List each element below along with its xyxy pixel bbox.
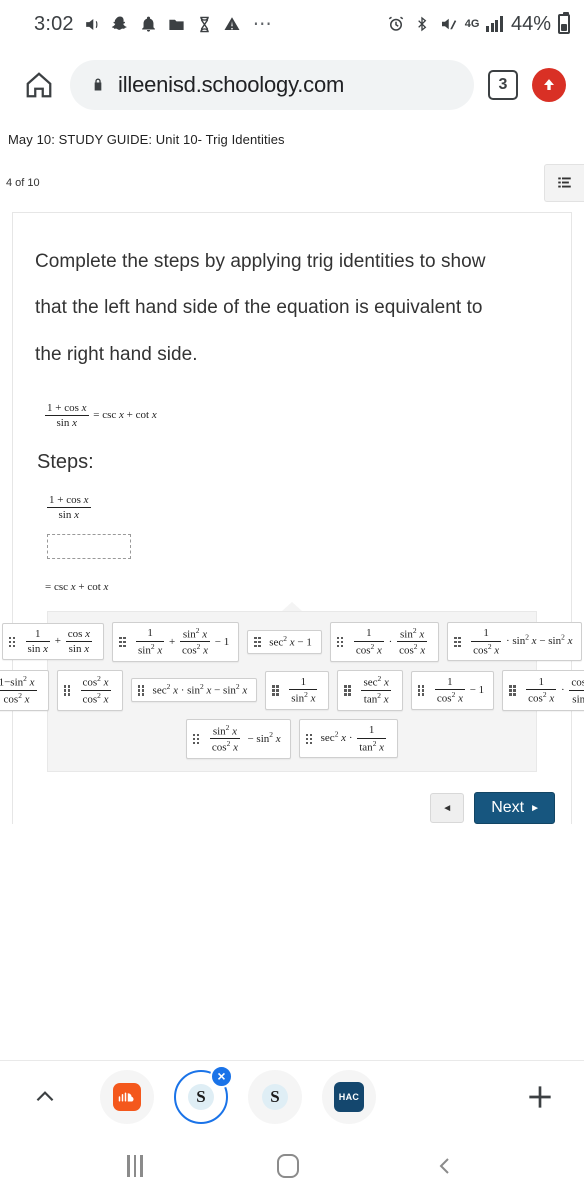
- alarm-icon: [387, 15, 406, 34]
- next-caret-icon: ►: [530, 802, 540, 814]
- warning-icon: [223, 15, 242, 34]
- drag-handle-icon[interactable]: [137, 685, 146, 696]
- drag-handle-icon[interactable]: [272, 685, 280, 696]
- main-equation: 1 + cos x sin x = csc x + cot x: [45, 402, 157, 430]
- answer-bank: 1 sin x + cos x sin x 1 sin2 x + sin2 x cos2…: [0, 610, 584, 773]
- browser-toolbar: illeenisd.schoology.com 3: [0, 48, 584, 122]
- answer-tile[interactable]: 1 cos2 x − 1: [410, 670, 495, 710]
- answer-bank-pointer: [282, 601, 302, 611]
- step-1-expression: 1 + cos x sin x: [47, 494, 91, 522]
- page-indicator-row: 4 of 10: [0, 150, 584, 212]
- status-bar-right: 4G 44%: [387, 12, 570, 36]
- navigation-row: ◄ Next ►: [35, 792, 555, 825]
- question-line-2: that the left hand side of the equation …: [35, 297, 483, 319]
- answer-tile[interactable]: sec2 x · sin2 x − sin2 x: [130, 678, 258, 703]
- chevron-up-icon[interactable]: [28, 1084, 62, 1110]
- answer-tile[interactable]: 1 cos2 x · sin2 x − sin2 x: [447, 622, 583, 662]
- close-icon[interactable]: ×: [210, 1064, 233, 1088]
- answer-bank-row: 1−sin2 x cos2 x cos2 x cos2 x sec2 x · sin…: [0, 670, 584, 711]
- drag-handle-icon[interactable]: [305, 733, 314, 745]
- answer-tile[interactable]: sec2 x − 1: [247, 629, 322, 654]
- folder-icon: [167, 15, 186, 34]
- schoology-tab-selected[interactable]: S ×: [174, 1064, 233, 1124]
- page-indicator: 4 of 10: [6, 176, 40, 189]
- answer-bank-row: sin2 x cos2 x − sin2 x sec2 x · 1 tan2 x: [56, 718, 528, 760]
- bluetooth-icon: [413, 15, 432, 34]
- recents-icon[interactable]: [127, 1155, 143, 1177]
- question-card: Complete the steps by applying trig iden…: [0, 211, 584, 825]
- signal-bars-icon: [486, 16, 503, 32]
- back-chevron-icon[interactable]: [433, 1154, 457, 1178]
- browser-tab-bar: S × S HAC: [0, 1060, 584, 1132]
- home-icon[interactable]: [22, 68, 56, 102]
- hourglass-icon: [195, 15, 214, 34]
- drag-handle-icon[interactable]: [63, 685, 72, 696]
- bell-icon: [139, 15, 158, 34]
- hac-icon: HAC: [334, 1081, 364, 1112]
- battery-percent: 44%: [510, 12, 551, 35]
- next-button[interactable]: Next ►: [474, 792, 555, 825]
- answer-tile[interactable]: 1 sin2 x + sin2 x cos2 x − 1: [112, 621, 240, 663]
- step-result-expression: = csc x + cot x: [45, 580, 109, 593]
- drag-handle-icon[interactable]: [509, 685, 517, 696]
- drag-handle-icon[interactable]: [336, 636, 345, 648]
- schoology-icon: S: [262, 1083, 288, 1110]
- status-bar-left: 3:02 ⋯: [34, 13, 275, 36]
- address-bar[interactable]: illeenisd.schoology.com: [70, 60, 474, 110]
- schoology-icon: S: [188, 1083, 214, 1110]
- previous-button[interactable]: ◄: [430, 793, 465, 824]
- more-icon: ⋯: [252, 13, 273, 35]
- url-text: illeenisd.schoology.com: [118, 72, 345, 97]
- android-navigation-bar: [0, 1132, 584, 1200]
- page-content: May 10: STUDY GUIDE: Unit 10- Trig Ident…: [0, 122, 584, 1087]
- hac-tab[interactable]: HAC: [322, 1069, 376, 1124]
- status-clock: 3:02: [34, 12, 74, 35]
- answer-tile[interactable]: 1 sin x + cos x sin x: [1, 623, 105, 661]
- upload-arrow-icon[interactable]: [532, 68, 566, 102]
- answer-tile[interactable]: cos2 x cos2 x: [56, 670, 123, 711]
- soundcloud-icon: [113, 1082, 141, 1111]
- question-line-3: the right hand side.: [35, 343, 198, 365]
- card-bottom-spacer: [0, 824, 584, 864]
- question-line-1: Complete the steps by applying trig iden…: [35, 250, 486, 272]
- answer-bank-row: 1 sin x + cos x sin x 1 sin2 x + sin2 x cos2…: [1, 621, 583, 663]
- soundcloud-tab[interactable]: [100, 1069, 154, 1124]
- drag-handle-icon[interactable]: [254, 636, 262, 648]
- lock-icon: [90, 75, 106, 95]
- assignment-title: May 10: STUDY GUIDE: Unit 10- Trig Ident…: [8, 132, 285, 147]
- answer-tile[interactable]: 1cos2 x · cos2 xsin2 x: [502, 670, 584, 711]
- tab-counter-button[interactable]: 3: [488, 70, 518, 100]
- mute-icon: [439, 15, 458, 34]
- list-view-icon[interactable]: [544, 163, 584, 202]
- answer-drop-zone[interactable]: [47, 533, 131, 559]
- schoology-tab-2[interactable]: S: [248, 1069, 302, 1124]
- answer-tile[interactable]: 1−sin2 x cos2 x: [0, 670, 49, 711]
- page-filler: [0, 864, 584, 1071]
- 4g-lte-icon: 4G: [464, 17, 480, 30]
- answer-tile[interactable]: 1 cos2 x · sin2 x cos2 x: [329, 621, 440, 663]
- drag-handle-icon[interactable]: [417, 685, 426, 696]
- home-circle-icon[interactable]: [276, 1154, 299, 1178]
- answer-tile[interactable]: sec2 x · 1 tan2 x: [298, 719, 399, 759]
- answer-tile[interactable]: 1 sin2 x: [265, 670, 330, 710]
- plus-icon[interactable]: [524, 1081, 556, 1113]
- drag-handle-icon[interactable]: [454, 636, 462, 648]
- answer-tile[interactable]: sec2 x tan2 x: [337, 670, 403, 711]
- status-bar: 3:02 ⋯ 4G 44%: [0, 0, 584, 48]
- answer-bank-wrapper: 1 sin x + cos x sin x 1 sin2 x + sin2 x cos2…: [0, 601, 584, 773]
- drag-handle-icon[interactable]: [8, 636, 17, 648]
- answer-tile[interactable]: sin2 x cos2 x − sin2 x: [185, 718, 291, 760]
- steps-label: Steps:: [37, 451, 94, 474]
- tab-list: S × S HAC: [100, 1064, 376, 1124]
- snapchat-icon: [111, 15, 130, 34]
- volume-icon: [83, 15, 102, 34]
- drag-handle-icon[interactable]: [119, 636, 127, 648]
- drag-handle-icon[interactable]: [192, 733, 201, 745]
- next-button-label: Next: [491, 799, 525, 817]
- drag-handle-icon[interactable]: [344, 685, 352, 696]
- battery-icon: [558, 12, 570, 34]
